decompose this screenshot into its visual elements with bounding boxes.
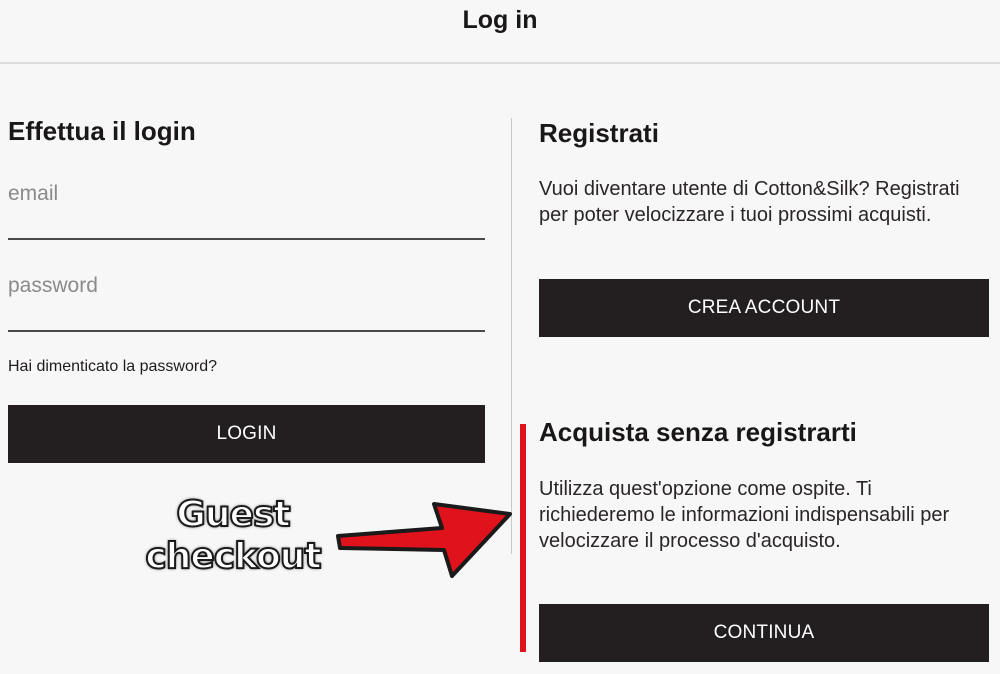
email-field[interactable] [8,174,485,214]
annotation-line-2: checkout [144,535,322,578]
register-description: Vuoi diventare utente di Cotton&Silk? Re… [539,178,960,226]
login-section-title: Effettua il login [8,116,196,146]
login-button[interactable]: LOGIN [8,405,485,463]
annotation-arrow-icon [336,502,512,578]
guest-checkout-annotation: Guest checkout [138,493,328,578]
page-title: Log in [462,6,538,34]
column-divider [511,118,512,554]
password-field[interactable] [8,266,485,306]
create-account-button[interactable]: CREA ACCOUNT [539,279,989,337]
annotation-line-1: Guest [175,493,291,536]
guest-description: Utilizza quest'opzione come ospite. Ti r… [539,478,950,552]
annotation-highlight-bar [520,424,526,652]
register-section-title: Registrati [539,118,659,148]
guest-section-title: Acquista senza registrarti [539,417,857,447]
email-field-wrapper [8,174,485,240]
login-page: Log in Effettua il login Hai dimenticato… [0,0,1000,674]
password-field-wrapper [8,266,485,332]
forgot-password-link[interactable]: Hai dimenticato la password? [8,358,217,376]
continue-as-guest-button[interactable]: CONTINUA [539,604,989,662]
page-header: Log in [0,0,1000,64]
